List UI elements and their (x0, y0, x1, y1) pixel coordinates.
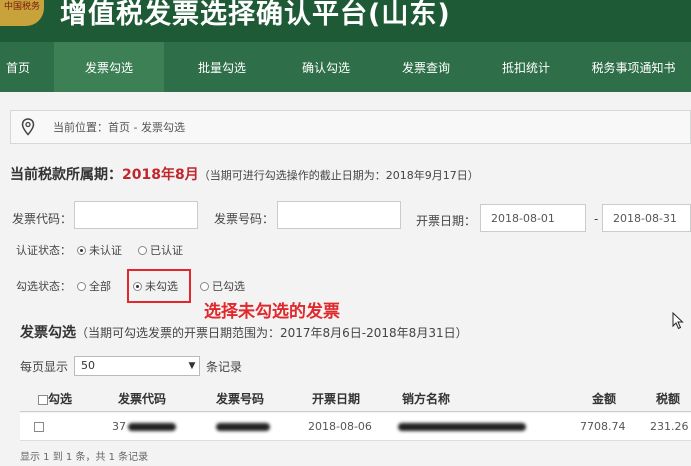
col-amount: 金额 (592, 392, 617, 406)
radio-unauthenticated[interactable]: 未认证 (77, 242, 122, 258)
radio-selected[interactable]: 已勾选 (200, 278, 245, 294)
breadcrumb: 当前位置：首页 - 发票勾选 (10, 110, 691, 144)
nav-home[interactable]: 首页 (0, 42, 36, 92)
logo-text: 中国税务 (3, 2, 40, 12)
nav-batch-select[interactable]: 批量勾选 (172, 42, 272, 92)
site-title: 增值税发票选择确认平台(山东) (60, 0, 451, 30)
redacted-mark (398, 423, 526, 431)
date-label: 开票日期： (416, 214, 477, 228)
redacted-mark (216, 423, 270, 431)
breadcrumb-text: 当前位置：首页 - 发票勾选 (53, 121, 185, 134)
col-label: 勾选 (48, 392, 73, 406)
row-amount: 7708.74 (580, 420, 626, 433)
date-to-input[interactable]: 2018-08-31 (602, 204, 691, 232)
nav-confirm-select[interactable]: 确认勾选 (276, 42, 376, 92)
row-code-text: 37 (112, 420, 126, 433)
page-size-prefix: 每页显示 (20, 359, 69, 374)
chevron-down-icon[interactable]: ▼ (185, 357, 199, 375)
nav-deduction-stats[interactable]: 抵扣统计 (476, 42, 576, 92)
row-code: 37 (112, 420, 176, 433)
invoice-number-label: 发票号码： (214, 212, 275, 226)
list-title: 发票勾选 (20, 325, 76, 341)
date-from-input[interactable]: 2018-08-01 (480, 204, 586, 232)
radio-dot[interactable] (200, 281, 209, 291)
page-size-suffix: 条记录 (206, 359, 243, 374)
period-value: 2018年8月 (122, 167, 199, 183)
invoice-number-input[interactable] (277, 201, 401, 229)
redacted-mark (128, 423, 176, 431)
main-content: 当前位置：首页 - 发票勾选 当前税款所属期：2018年8月（当期可进行勾选操作… (0, 92, 691, 466)
table-row[interactable]: 37 2018-08-06 7708.74 231.26 (20, 413, 691, 441)
annotation-highlight-box (127, 269, 191, 303)
nav-tax-notice[interactable]: 税务事项通知书 (576, 42, 691, 92)
radio-dot[interactable] (138, 245, 147, 255)
radio-label: 已勾选 (212, 280, 245, 293)
row-checkbox-cell[interactable] (34, 420, 44, 433)
col-date: 开票日期 (312, 392, 361, 406)
tax-period: 当前税款所属期：2018年8月（当期可进行勾选操作的截止日期为：2018年9月1… (10, 164, 479, 184)
annotation-text: 选择未勾选的发票 (204, 302, 340, 322)
list-section-title: 发票勾选（当期可勾选发票的开票日期范围为：2017年8月6日-2018年8月31… (20, 322, 468, 342)
page-size-row: 每页显示 50 ▼ 条记录 (20, 356, 242, 376)
auth-status-label: 认证状态： (16, 244, 71, 257)
radio-label: 未认证 (89, 244, 122, 257)
list-note: （当期可勾选发票的开票日期范围为：2017年8月6日-2018年8月31日） (76, 326, 468, 340)
location-pin-icon (21, 118, 35, 136)
radio-label: 全部 (89, 280, 111, 293)
select-all-checkbox[interactable] (38, 394, 48, 405)
nav-invoice-query[interactable]: 发票查询 (376, 42, 476, 92)
row-seller (398, 420, 526, 433)
row-number (216, 420, 270, 433)
col-number: 发票号码 (216, 392, 265, 406)
select-status-label: 勾选状态： (16, 280, 71, 293)
site-header: 中国税务 增值税发票选择确认平台(山东) (0, 0, 691, 42)
col-seller: 销方名称 (402, 392, 451, 406)
pagination-info: 显示 1 到 1 条，共 1 条记录 (20, 452, 149, 463)
auth-status-row: 认证状态： 未认证 已认证 (16, 242, 199, 258)
nav-invoice-select[interactable]: 发票勾选 (54, 42, 164, 92)
invoice-code-label: 发票代码： (12, 212, 73, 226)
mouse-cursor-icon (672, 312, 684, 330)
main-nav: 首页 发票勾选 批量勾选 确认勾选 发票查询 抵扣统计 税务事项通知书 (0, 42, 691, 92)
col-checkbox: 勾选 (38, 390, 72, 407)
page-size-select[interactable]: 50 ▼ (74, 356, 201, 376)
radio-dot[interactable] (77, 281, 86, 291)
period-label: 当前税款所属期： (10, 167, 122, 183)
page-size-value: 50 (81, 359, 96, 372)
radio-label: 已认证 (150, 244, 183, 257)
row-date: 2018-08-06 (308, 420, 372, 433)
row-tax: 231.26 (650, 420, 689, 433)
row-checkbox[interactable] (34, 422, 44, 432)
tax-logo: 中国税务 (0, 0, 44, 26)
invoice-code-input[interactable] (74, 201, 198, 229)
col-tax: 税额 (656, 392, 681, 406)
table-header: 勾选 发票代码 发票号码 开票日期 销方名称 金额 税额 (20, 382, 691, 412)
col-code: 发票代码 (118, 392, 167, 406)
radio-all[interactable]: 全部 (77, 278, 111, 294)
radio-dot[interactable] (77, 245, 86, 255)
date-separator: - (594, 212, 599, 226)
period-note: （当期可进行勾选操作的截止日期为：2018年9月17日） (198, 169, 479, 182)
radio-authenticated[interactable]: 已认证 (138, 242, 183, 258)
